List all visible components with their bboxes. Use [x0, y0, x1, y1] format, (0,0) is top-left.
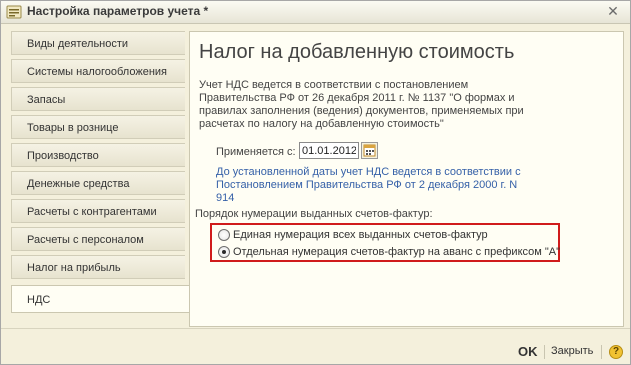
close-window-icon[interactable]: ✕ [605, 3, 621, 19]
tab-label: Денежные средства [27, 178, 130, 190]
vat-description: Учет НДС ведется в соответствии с постан… [199, 79, 524, 130]
tab-retail-goods[interactable]: Товары в рознице [11, 115, 185, 139]
radio-label: Единая нумерация всех выданных счетов-фа… [233, 229, 488, 241]
tab-activity-types[interactable]: Виды деятельности [11, 31, 185, 55]
radio-button-checked-icon[interactable] [218, 246, 230, 258]
tab-label: НДС [27, 294, 51, 306]
footer-divider [544, 345, 545, 359]
footer-divider [601, 345, 602, 359]
tab-profit-tax[interactable]: Налог на прибыль [11, 255, 185, 279]
settings-window: Настройка параметров учета * ✕ Виды деят… [0, 0, 631, 365]
tab-cash[interactable]: Денежные средства [11, 171, 185, 195]
tab-label: Системы налогообложения [27, 66, 167, 78]
help-icon[interactable]: ? [609, 345, 623, 359]
numbering-order-label: Порядок нумерации выданных счетов-фактур… [195, 208, 433, 220]
dialog-footer: OK Закрыть ? [1, 328, 630, 365]
legacy-rules-link[interactable]: До установленной даты учет НДС ведется в… [216, 166, 536, 205]
tab-counterparty-settlements[interactable]: Расчеты с контрагентами [11, 199, 185, 223]
title-bar[interactable]: Настройка параметров учета * ✕ [1, 1, 630, 24]
applies-from-date-input[interactable] [299, 142, 359, 159]
tab-personnel-settlements[interactable]: Расчеты с персоналом [11, 227, 185, 251]
vat-settings-panel: Налог на добавленную стоимость Учет НДС … [189, 31, 624, 327]
tab-label: Расчеты с персоналом [27, 234, 144, 246]
settings-tabs: Виды деятельности Системы налогообложени… [11, 31, 189, 315]
tab-label: Налог на прибыль [27, 262, 121, 274]
window-title: Настройка параметров учета * [27, 4, 209, 18]
close-button[interactable]: Закрыть [551, 345, 593, 357]
tab-label: Расчеты с контрагентами [27, 206, 157, 218]
tab-label: Товары в рознице [27, 122, 119, 134]
tab-tax-systems[interactable]: Системы налогообложения [11, 59, 185, 83]
tab-production[interactable]: Производство [11, 143, 185, 167]
radio-button-icon[interactable] [218, 229, 230, 241]
applies-from-label: Применяется с: [216, 146, 296, 158]
tab-label: Запасы [27, 94, 66, 106]
panel-heading: Налог на добавленную стоимость [199, 41, 515, 63]
radio-label: Отдельная нумерация счетов-фактур на ава… [233, 246, 561, 258]
ok-button[interactable]: OK [518, 344, 538, 359]
numbering-options-highlight: Единая нумерация всех выданных счетов-фа… [210, 223, 560, 262]
calendar-icon[interactable] [361, 142, 378, 159]
tab-label: Виды деятельности [27, 38, 129, 50]
settings-window-icon [6, 5, 22, 19]
tab-vat[interactable]: НДС [11, 285, 189, 313]
tab-label: Производство [27, 150, 99, 162]
tab-inventory[interactable]: Запасы [11, 87, 185, 111]
